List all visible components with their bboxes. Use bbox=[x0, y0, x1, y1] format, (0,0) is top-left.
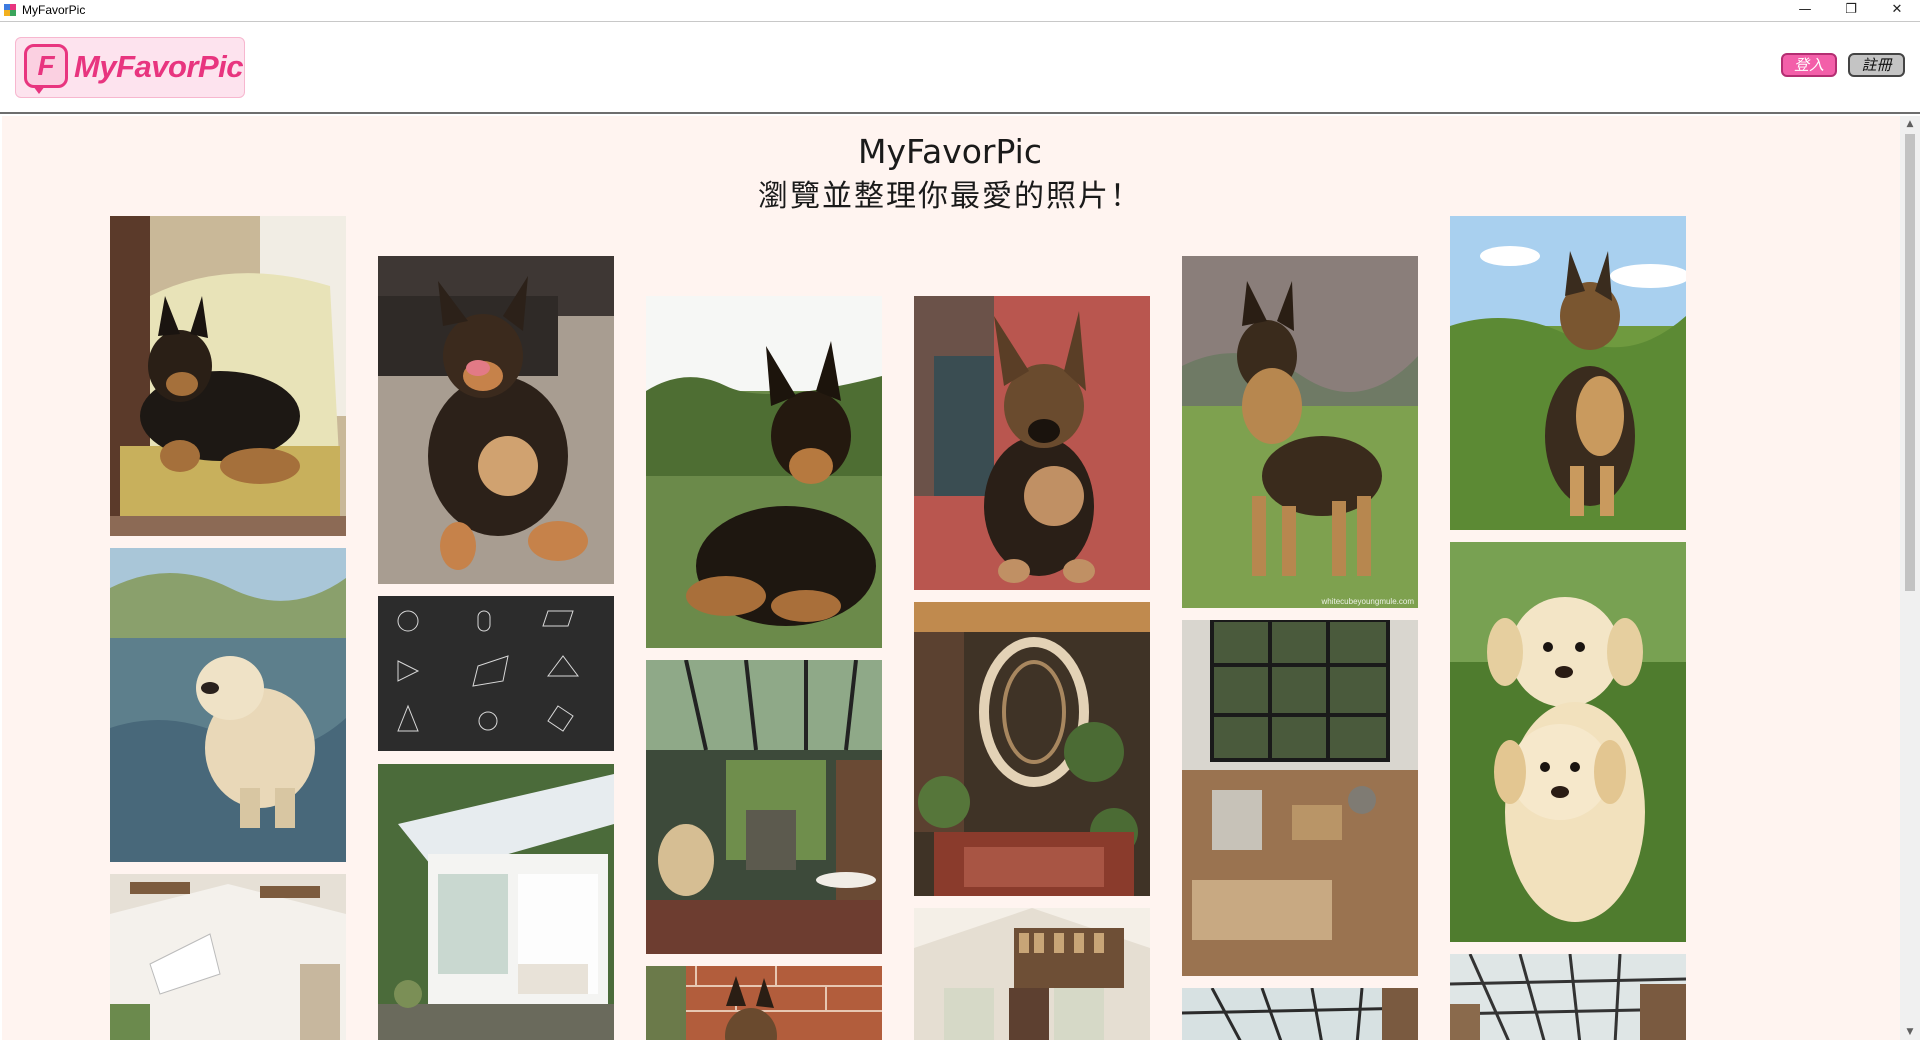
page-title: MyFavorPic bbox=[858, 132, 1042, 171]
scroll-up-arrow-icon[interactable]: ▲ bbox=[1900, 116, 1920, 132]
photo-german-shepherd-puppy-on-red-floor[interactable] bbox=[914, 296, 1150, 590]
scroll-thumb[interactable] bbox=[1905, 134, 1915, 591]
page-subtitle: 瀏覽並整理你最愛的照片！ bbox=[758, 179, 1142, 214]
app-header: F MyFavorPic 登入 註冊 bbox=[0, 22, 1920, 114]
photo-german-shepherd-lying-on-grass[interactable] bbox=[646, 296, 882, 648]
photo-chalkboard-geometry-formulas[interactable] bbox=[378, 596, 614, 751]
close-button[interactable]: ✕ bbox=[1875, 0, 1919, 22]
scroll-down-arrow-icon[interactable]: ▼ bbox=[1900, 1024, 1920, 1040]
window-titlebar: MyFavorPic — ❐ ✕ bbox=[0, 0, 1920, 22]
photo-bright-attic-room[interactable] bbox=[110, 874, 346, 1040]
photo-glass-roof-library[interactable] bbox=[1182, 988, 1418, 1040]
vertical-scrollbar[interactable]: ▲ ▼ bbox=[1900, 116, 1920, 1040]
logo-icon: F bbox=[24, 44, 68, 94]
photo-german-shepherd-on-armchair[interactable] bbox=[110, 216, 346, 536]
gallery-area: MyFavorPic 瀏覽並整理你最愛的照片！ whitecubeyoungmu… bbox=[2, 116, 1900, 1040]
photo-two-labrador-puppies[interactable] bbox=[1450, 542, 1686, 942]
photo-white-greenhouse-bedroom[interactable] bbox=[378, 764, 614, 1040]
window-title: MyFavorPic bbox=[22, 3, 86, 17]
photo-german-shepherd-sitting-in-field[interactable] bbox=[1450, 216, 1686, 530]
photo-loft-living-room-with-tall-windows[interactable] bbox=[1182, 620, 1418, 976]
photo-german-shepherd-standing-on-grass[interactable]: whitecubeyoungmule.com bbox=[1182, 256, 1418, 608]
photo-greenhouse-conservatory-room[interactable] bbox=[646, 660, 882, 954]
photo-glass-roof-library-2[interactable] bbox=[1450, 954, 1686, 1040]
photo-watermark: whitecubeyoungmule.com bbox=[1321, 597, 1415, 606]
restore-button[interactable]: ❐ bbox=[1829, 0, 1873, 22]
photo-german-shepherd-by-brick-wall[interactable] bbox=[646, 966, 882, 1040]
register-button[interactable]: 註冊 bbox=[1848, 53, 1905, 77]
logo[interactable]: F MyFavorPic bbox=[15, 37, 245, 98]
photo-spiral-staircase-plant-room[interactable] bbox=[914, 602, 1150, 896]
logo-text: MyFavorPic bbox=[74, 49, 244, 84]
photo-attic-library[interactable] bbox=[914, 908, 1150, 1040]
photo-golden-retriever-puppy-in-stream[interactable] bbox=[110, 548, 346, 862]
login-button[interactable]: 登入 bbox=[1781, 53, 1837, 77]
app-icon bbox=[4, 4, 16, 16]
minimize-button[interactable]: — bbox=[1783, 0, 1827, 22]
photo-german-shepherd-puppy-smiling[interactable] bbox=[378, 256, 614, 584]
